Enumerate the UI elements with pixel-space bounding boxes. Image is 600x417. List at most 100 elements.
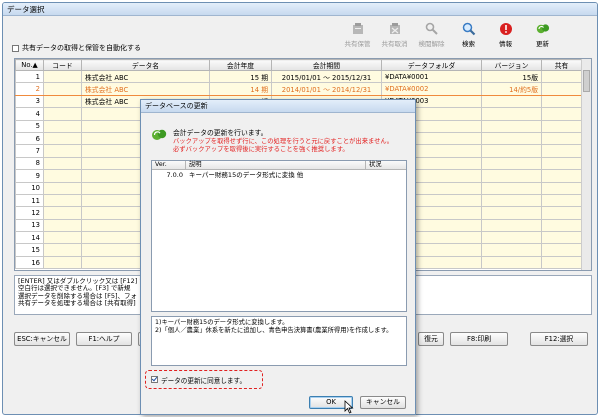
cell-version [481, 144, 542, 158]
auto-share-checkbox[interactable] [12, 44, 19, 52]
table-row[interactable]: 1 株式会社 ABC 15 期 2015/01/01 ～ 2015/12/31 ¥DAT… [15, 69, 582, 84]
table-scrollbar[interactable] [581, 59, 591, 270]
col-header-desc[interactable]: 説明 [186, 161, 366, 169]
cell-data-name: 株式会社 ABC [81, 82, 210, 96]
col-header-year[interactable]: 会計年度 [209, 59, 272, 71]
cell-code [43, 69, 82, 84]
cell-share [541, 255, 582, 270]
cell-code [43, 94, 82, 109]
cell-version [481, 206, 542, 220]
cell-no: 3 [15, 94, 44, 109]
f1-help-button[interactable]: F1:ヘルプ [76, 332, 132, 346]
info-label: 情報 [499, 40, 512, 48]
cell-code [43, 156, 82, 171]
auto-share-label: 共有データの取得と保管を自動化する [22, 44, 141, 52]
cell-share [541, 231, 582, 245]
cell-no: 12 [15, 206, 44, 220]
cell-no: 8 [15, 156, 44, 171]
f12-select-button[interactable]: F12:選択 [530, 332, 588, 346]
window-title: データ選択 [3, 3, 597, 16]
col-header-folder[interactable]: データフォルダ [381, 59, 482, 71]
cell-share [541, 144, 582, 158]
table-header-row: No.▲ コード データ名 会計年度 会計期間 データフォルダ バージョン 共有 [15, 59, 582, 71]
col-header-no[interactable]: No.▲ [15, 59, 44, 71]
cell-code [43, 107, 82, 121]
cell-no: 10 [15, 181, 44, 195]
cell-version [481, 156, 542, 171]
share-cancel-icon [388, 22, 402, 36]
cell-share [541, 94, 582, 109]
toolbar: 共有保管 共有取消 検閲解除 検索 情報 更新 [339, 20, 561, 52]
cell-version [481, 231, 542, 245]
cell-version [481, 119, 542, 133]
dialog-warning-2: 必ずバックアップを取得後に実行することを強く推奨します。 [173, 146, 349, 153]
update-label: 更新 [536, 40, 549, 48]
table-row[interactable]: 2 株式会社 ABC 14 期 2014/01/01 ～ 2014/12/31 ¥DAT… [15, 82, 582, 96]
share-store-label: 共有保管 [344, 40, 371, 48]
cell-no: 9 [15, 169, 44, 183]
cell-share [541, 243, 582, 257]
cell-no: 2 [15, 82, 44, 96]
cell-no: 15 [15, 243, 44, 257]
search-label: 検索 [462, 40, 475, 48]
restore-button[interactable]: 復元 [418, 332, 444, 346]
cell-version [481, 131, 542, 146]
update-button[interactable]: 更新 [524, 20, 561, 52]
cell-version [481, 169, 542, 183]
share-cancel-label: 共有取消 [381, 40, 408, 48]
note-line: 2)「個人／農業」休系を新たに追加し、青色申告決算書(農業所得用)を作成します。 [155, 327, 393, 335]
esc-cancel-button[interactable]: ESC:キャンセル [14, 332, 70, 346]
dialog-title: データベースの更新 [141, 100, 415, 113]
version-row[interactable]: 7.0.0 キーパー財務15のデータ形式に変換 他 [152, 170, 406, 180]
col-header-period[interactable]: 会計期間 [271, 59, 382, 71]
cell-code [43, 131, 82, 146]
col-header-name[interactable]: データ名 [81, 59, 210, 71]
f8-print-button[interactable]: F8:印刷 [450, 332, 508, 346]
cell-code [43, 144, 82, 158]
agree-checkbox[interactable] [151, 376, 158, 383]
share-cancel-button[interactable]: 共有取消 [376, 20, 413, 52]
version-number: 7.0.0 [166, 171, 183, 179]
unlock-icon [425, 22, 439, 36]
share-store-button[interactable]: 共有保管 [339, 20, 376, 52]
cancel-button[interactable]: キャンセル [360, 396, 406, 409]
info-button[interactable]: 情報 [487, 20, 524, 52]
cell-code [43, 255, 82, 270]
cell-share [541, 119, 582, 133]
cell-version [481, 255, 542, 270]
version-description: キーパー財務15のデータ形式に変換 他 [189, 171, 304, 179]
cell-fiscal-period: 2015/01/01 ～ 2015/12/31 [271, 69, 382, 84]
update-notes: 1)キーパー財務15のデータ形式に変換します。 2)「個人／農業」休系を新たに追… [151, 316, 407, 366]
cell-version [481, 181, 542, 195]
agree-option[interactable]: データの更新に同意します。 [145, 370, 263, 389]
update-icon [151, 127, 167, 143]
auto-share-option[interactable]: 共有データの取得と保管を自動化する [12, 43, 141, 53]
col-header-version[interactable]: バージョン [481, 59, 542, 71]
cell-code [43, 193, 82, 208]
cell-fiscal-year: 14 期 [209, 82, 272, 96]
col-header-code[interactable]: コード [43, 59, 82, 71]
update-icon [536, 22, 550, 36]
dialog-header: 会計データの更新を行います。 バックアップを取得せず行に、この処理を行うと元に戻… [151, 124, 407, 153]
col-header-status[interactable]: 状況 [366, 161, 406, 169]
version-status [366, 170, 406, 180]
cell-data-folder: ¥DATA¥0001 [381, 69, 482, 84]
agree-label: データの更新に同意します。 [161, 376, 247, 385]
cell-no: 11 [15, 193, 44, 208]
search-button[interactable]: 検索 [450, 20, 487, 52]
unlock-button[interactable]: 検閲解除 [413, 20, 450, 52]
cell-version [481, 243, 542, 257]
col-header-ver[interactable]: Ver. [152, 161, 186, 169]
cell-share [541, 82, 582, 96]
col-header-share[interactable]: 共有 [541, 59, 582, 71]
scrollbar-thumb[interactable] [583, 70, 590, 92]
cell-fiscal-period: 2014/01/01 ～ 2014/12/31 [271, 82, 382, 96]
cell-no: 4 [15, 107, 44, 121]
search-icon [462, 22, 476, 36]
share-store-icon [351, 22, 365, 36]
cell-no: 1 [15, 69, 44, 84]
cell-code [43, 218, 82, 233]
cell-version [481, 94, 542, 109]
cell-code [43, 231, 82, 245]
version-list-header: Ver. 説明 状況 [152, 161, 406, 170]
